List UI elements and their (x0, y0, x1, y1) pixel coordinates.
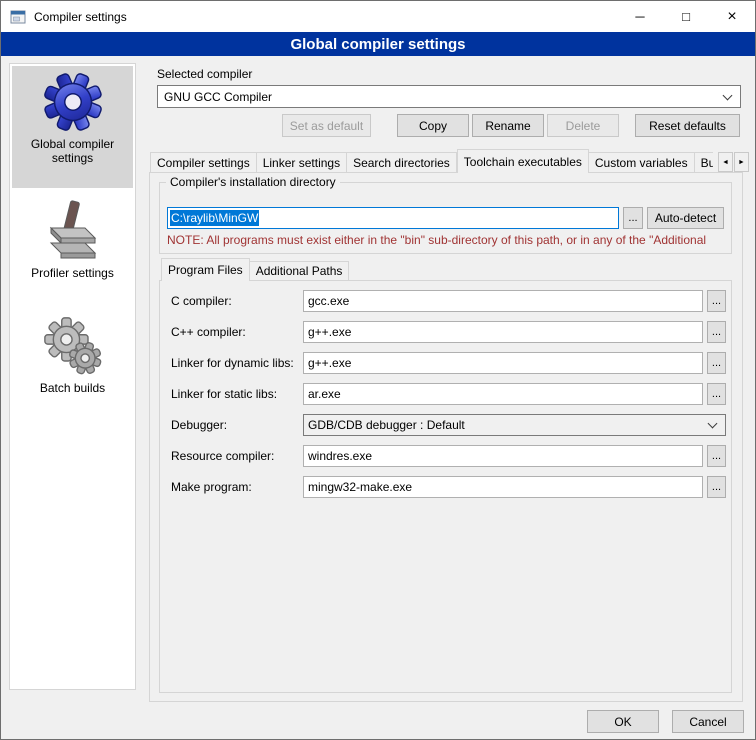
tab-custom-variables[interactable]: Custom variables (589, 152, 695, 173)
cancel-button[interactable]: Cancel (672, 710, 744, 733)
window-controls: ─ □ × (617, 1, 755, 32)
resource-compiler-input[interactable]: windres.exe (303, 445, 703, 467)
tab-scroll-right-button[interactable]: ► (734, 152, 749, 172)
resource-compiler-browse-button[interactable]: ... (707, 445, 726, 467)
tab-scroll-left-button[interactable]: ◄ (718, 152, 733, 172)
make-program-browse-button[interactable]: ... (707, 476, 726, 498)
install-dir-browse-button[interactable]: ... (623, 207, 643, 229)
tab-search-directories[interactable]: Search directories (347, 152, 457, 173)
row-debugger: Debugger: GDB/CDB debugger : Default (171, 414, 726, 436)
set-as-default-button[interactable]: Set as default (282, 114, 371, 137)
chevron-down-icon (708, 419, 718, 429)
cpp-compiler-input[interactable]: g++.exe (303, 321, 703, 343)
rename-button[interactable]: Rename (472, 114, 544, 137)
tab-build-options[interactable]: Build (695, 152, 713, 173)
row-resource-compiler: Resource compiler: windres.exe ... (171, 445, 726, 467)
sidebar-item-global-compiler-settings[interactable]: Global compiler settings (12, 66, 133, 188)
sidebar: Global compiler settings Profiler settin… (9, 63, 136, 690)
row-c-compiler: C compiler: gcc.exe ... (171, 290, 726, 312)
tab-linker-settings[interactable]: Linker settings (257, 152, 347, 173)
static-linker-input[interactable]: ar.exe (303, 383, 703, 405)
delete-button[interactable]: Delete (547, 114, 619, 137)
field-label: C++ compiler: (171, 325, 303, 339)
gears-gray-icon (43, 315, 103, 377)
window-title: Compiler settings (34, 10, 127, 24)
copy-button[interactable]: Copy (397, 114, 469, 137)
minimize-button[interactable]: ─ (617, 1, 663, 32)
app-icon (10, 9, 26, 25)
sidebar-item-label: Global compiler settings (12, 137, 133, 170)
chevron-down-icon (723, 90, 733, 100)
reset-defaults-button[interactable]: Reset defaults (635, 114, 740, 137)
dialog-header: Global compiler settings (1, 32, 755, 56)
row-static-linker: Linker for static libs: ar.exe ... (171, 383, 726, 405)
subtab-program-files[interactable]: Program Files (161, 258, 250, 281)
row-cpp-compiler: C++ compiler: g++.exe ... (171, 321, 726, 343)
selected-compiler-label: Selected compiler (157, 67, 252, 81)
sidebar-item-label: Batch builds (36, 381, 109, 400)
field-label: Debugger: (171, 418, 303, 432)
field-value: gcc.exe (308, 294, 349, 308)
c-compiler-input[interactable]: gcc.exe (303, 290, 703, 312)
auto-detect-button[interactable]: Auto-detect (647, 207, 724, 229)
field-value: windres.exe (308, 449, 372, 463)
compiler-settings-window: Compiler settings ─ □ × Global compiler … (0, 0, 756, 740)
debugger-select[interactable]: GDB/CDB debugger : Default (303, 414, 726, 436)
field-value: ar.exe (308, 387, 341, 401)
field-label: Linker for dynamic libs: (171, 356, 303, 370)
profiler-icon (44, 200, 102, 262)
make-program-input[interactable]: mingw32-make.exe (303, 476, 703, 498)
compiler-select-value: GNU GCC Compiler (164, 90, 272, 104)
field-value: g++.exe (308, 356, 351, 370)
field-value: GDB/CDB debugger : Default (308, 418, 465, 432)
field-label: Make program: (171, 480, 303, 494)
subtab-additional-paths[interactable]: Additional Paths (250, 261, 350, 281)
static-linker-browse-button[interactable]: ... (707, 383, 726, 405)
field-value: mingw32-make.exe (308, 480, 412, 494)
ok-button[interactable]: OK (587, 710, 659, 733)
field-value: g++.exe (308, 325, 351, 339)
install-dir-input[interactable]: C:\raylib\MinGW (167, 207, 619, 229)
row-make-program: Make program: mingw32-make.exe ... (171, 476, 726, 498)
install-dir-selected-text: C:\raylib\MinGW (170, 210, 259, 226)
install-dir-group-title: Compiler's installation directory (166, 175, 340, 189)
settings-tabstrip: Compiler settings Linker settings Search… (150, 149, 713, 173)
close-button[interactable]: × (709, 1, 755, 32)
field-label: Linker for static libs: (171, 387, 303, 401)
cpp-compiler-browse-button[interactable]: ... (707, 321, 726, 343)
program-files-tabstrip: Program Files Additional Paths (161, 258, 581, 281)
gear-blue-icon (42, 71, 104, 133)
sidebar-item-batch-builds[interactable]: Batch builds (12, 310, 133, 414)
dynamic-linker-browse-button[interactable]: ... (707, 352, 726, 374)
maximize-button[interactable]: □ (663, 1, 709, 32)
note-text: NOTE: All programs must exist either in … (167, 233, 727, 247)
field-label: C compiler: (171, 294, 303, 308)
titlebar: Compiler settings ─ □ × (1, 1, 755, 32)
sidebar-item-profiler-settings[interactable]: Profiler settings (12, 195, 133, 299)
sidebar-item-label: Profiler settings (27, 266, 118, 285)
tab-compiler-settings[interactable]: Compiler settings (150, 152, 257, 173)
dynamic-linker-input[interactable]: g++.exe (303, 352, 703, 374)
compiler-select[interactable]: GNU GCC Compiler (157, 85, 741, 108)
field-label: Resource compiler: (171, 449, 303, 463)
row-dynamic-linker: Linker for dynamic libs: g++.exe ... (171, 352, 726, 374)
tab-toolchain-executables[interactable]: Toolchain executables (457, 149, 589, 173)
c-compiler-browse-button[interactable]: ... (707, 290, 726, 312)
